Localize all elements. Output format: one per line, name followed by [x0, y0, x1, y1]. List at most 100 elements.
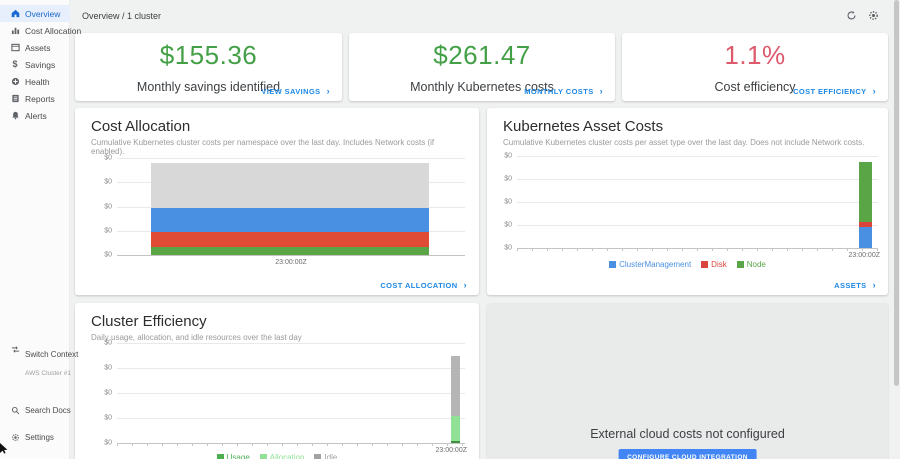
switch-context-label: Switch Context — [25, 350, 78, 359]
y-gridline — [517, 225, 878, 226]
y-tick-label: $0 — [104, 155, 112, 162]
y-tick-label: $0 — [104, 227, 112, 234]
sidebar-item-label: Health — [25, 77, 50, 87]
y-tick-label: $0 — [504, 199, 512, 206]
y-gridline — [517, 156, 878, 157]
cost-allocation-card: Cost Allocation Cumulative Kubernetes cl… — [75, 108, 479, 295]
sidebar-item-reports[interactable]: Reports — [0, 90, 70, 107]
document-icon — [10, 94, 20, 104]
y-tick-label: $0 — [104, 415, 112, 422]
y-tick-label: $0 — [504, 245, 512, 252]
kubernetes-asset-costs-bar[interactable] — [859, 156, 872, 248]
cluster-efficiency-card: Cluster Efficiency Daily usage, allocati… — [75, 303, 479, 459]
y-gridline — [117, 343, 465, 344]
legend-swatch-icon — [701, 261, 708, 268]
sidebar-item-cost-allocation[interactable]: Cost Allocation — [0, 22, 70, 39]
y-gridline — [517, 179, 878, 180]
y-tick-label: $0 — [104, 390, 112, 397]
sidebar-item-label: Overview — [25, 9, 60, 19]
legend-swatch-icon — [609, 261, 616, 268]
chevron-right-icon — [873, 281, 876, 290]
gear-icon[interactable] — [867, 9, 879, 21]
dollar-icon: $ — [10, 60, 20, 70]
asset-costs-plot: $0$0$0$0$023:00:00Z — [517, 156, 878, 248]
y-gridline — [517, 248, 878, 249]
sidebar-item-savings[interactable]: $ Savings — [0, 56, 70, 73]
bar-segment-Idle — [451, 356, 461, 416]
legend-label: Idle — [324, 453, 337, 459]
x-tick-label: 23:00:00Z — [275, 259, 307, 266]
sidebar-item-overview[interactable]: Overview — [0, 5, 70, 22]
monthly-costs-link[interactable]: MONTHLY COSTS — [524, 86, 603, 96]
bar-segment-blue — [151, 208, 429, 232]
topbar: Overview / 1 cluster — [70, 0, 893, 30]
sidebar-nav: Overview Cost Allocation Assets $ Saving… — [0, 5, 70, 124]
mouse-cursor — [0, 441, 8, 459]
sidebar-footer: Switch Context AWS Cluster #1 Search Doc… — [0, 403, 70, 459]
y-gridline — [117, 393, 465, 394]
cost-allocation-link[interactable]: COST ALLOCATION — [380, 280, 467, 290]
configure-cloud-integration-button[interactable]: CONFIGURE CLOUD INTEGRATION — [618, 449, 757, 459]
bar-segment-red — [151, 232, 429, 247]
current-cluster-label: AWS Cluster #1 — [25, 370, 71, 377]
switch-context-button[interactable]: Switch Context AWS Cluster #1 — [0, 344, 70, 380]
legend-label: Disk — [711, 260, 727, 269]
bar-segment-gray — [151, 163, 429, 209]
settings-button[interactable]: Settings — [0, 432, 70, 442]
chevron-right-icon — [327, 87, 330, 96]
legend-swatch-icon — [217, 454, 224, 459]
y-tick-label: $0 — [504, 222, 512, 229]
y-tick-label: $0 — [104, 203, 112, 210]
chart-title: Kubernetes Asset Costs — [487, 108, 888, 135]
y-gridline — [517, 202, 878, 203]
asset-costs-card: Kubernetes Asset Costs Cumulative Kubern… — [487, 108, 888, 295]
view-savings-link[interactable]: VIEW SAVINGS — [261, 86, 330, 96]
sidebar-item-health[interactable]: Health — [0, 73, 70, 90]
sidebar-item-label: Alerts — [25, 111, 47, 121]
chevron-right-icon — [464, 281, 467, 290]
sidebar-item-label: Reports — [25, 94, 55, 104]
legend-label: Allocation — [270, 453, 305, 459]
savings-stat-card: $155.36 Monthly savings identified VIEW … — [75, 33, 342, 101]
y-gridline — [117, 255, 465, 256]
settings-label: Settings — [25, 433, 54, 442]
bell-icon — [10, 111, 20, 121]
chevron-right-icon — [873, 87, 876, 96]
legend-swatch-icon — [260, 454, 267, 459]
legend-item: Allocation — [260, 453, 305, 459]
sidebar-item-alerts[interactable]: Alerts — [0, 107, 70, 124]
y-gridline — [117, 443, 465, 444]
search-docs-label: Search Docs — [25, 406, 71, 415]
bar-segment-Allocation — [451, 416, 461, 441]
search-docs-button[interactable]: Search Docs — [0, 405, 70, 415]
cost-allocation-bar[interactable] — [151, 158, 429, 255]
y-tick-label: $0 — [504, 153, 512, 160]
swap-arrows-icon — [10, 344, 20, 354]
search-icon — [10, 405, 20, 415]
asset-costs-legend: ClusterManagement Disk Node — [487, 260, 888, 269]
sidebar-item-assets[interactable]: Assets — [0, 39, 70, 56]
y-tick-label: $0 — [104, 179, 112, 186]
cost-efficiency-stat-card: 1.1% Cost efficiency COST EFFICIENCY — [622, 33, 888, 101]
y-tick-label: $0 — [104, 440, 112, 447]
scrollbar-track[interactable] — [893, 0, 900, 459]
monthly-costs-value: $261.47 — [349, 40, 615, 71]
assets-link[interactable]: ASSETS — [834, 280, 876, 290]
legend-item: ClusterManagement — [609, 260, 691, 269]
chart-title: Cluster Efficiency — [75, 303, 479, 330]
chart-subtitle: Cumulative Kubernetes cluster costs per … — [487, 135, 888, 147]
cluster-efficiency-bar[interactable] — [451, 343, 461, 443]
legend-label: Usage — [227, 453, 250, 459]
bar-segment-ClusterManagement — [859, 227, 872, 248]
y-gridline — [117, 418, 465, 419]
scrollbar-thumb[interactable] — [894, 0, 899, 386]
y-tick-label: $0 — [104, 252, 112, 259]
health-icon — [10, 77, 20, 87]
cost-efficiency-link[interactable]: COST EFFICIENCY — [793, 86, 876, 96]
y-tick-label: $0 — [104, 340, 112, 347]
legend-swatch-icon — [314, 454, 321, 459]
refresh-icon[interactable] — [845, 9, 857, 21]
x-tick-label: 23:00:00Z — [848, 252, 880, 259]
cluster-efficiency-legend: Usage Allocation Idle — [75, 453, 479, 459]
legend-label: Node — [747, 260, 766, 269]
